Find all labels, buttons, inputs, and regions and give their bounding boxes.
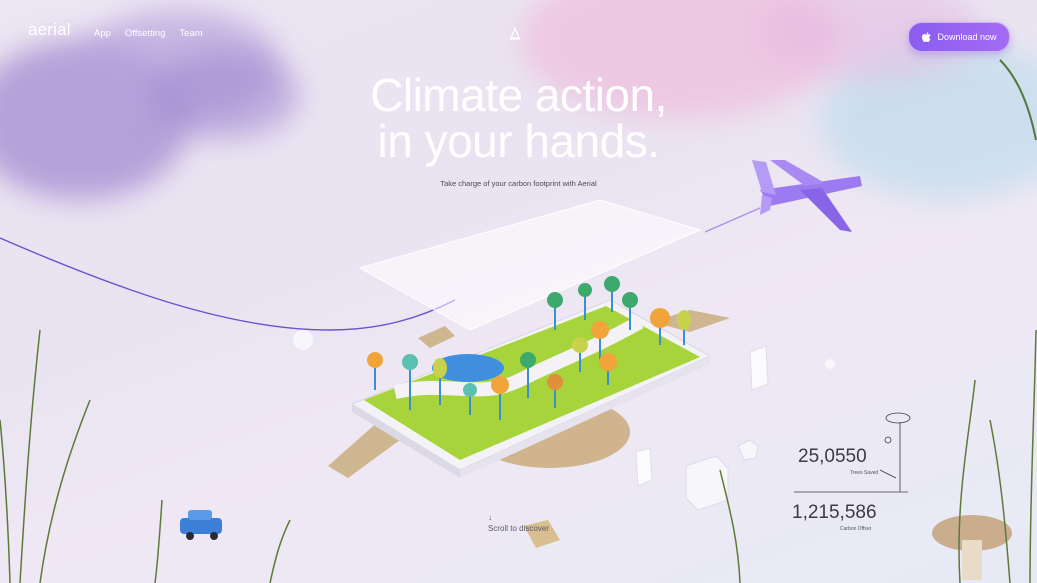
hero-title-line-1: Climate action, [370,69,667,121]
hero-subtitle: Take charge of your carbon footprint wit… [440,179,597,188]
top-nav: aerial App Offsetting Team Download now [0,0,1037,70]
stat-value: 25,0550 [798,446,867,467]
cube [685,455,729,511]
nav-link-team[interactable]: Team [179,28,202,39]
mushroom [932,515,1012,580]
stat-carbon-offset: 1,215,586 Carbon Offset [792,502,877,532]
nav-link-offsetting[interactable]: Offsetting [125,28,166,39]
sphere [825,359,835,369]
stat-value: 1,215,586 [792,502,877,523]
toy-car [180,510,222,540]
hero-title: Climate action, in your hands. [0,72,1037,164]
glass-block [635,447,653,487]
nav-links: App Offsetting Team [94,28,203,39]
sphere [293,330,313,350]
arrow-down-icon: ↓ [488,513,492,522]
stat-trees-saved: 25,0550 Trees Saved [798,446,878,476]
glass-pane [358,199,702,331]
flight-path-line [0,237,456,331]
stat-label: Carbon Offset [840,526,872,532]
nav-link-app[interactable]: App [94,28,111,39]
apple-icon [922,32,932,42]
download-now-label: Download now [937,32,997,42]
brand-logo[interactable]: aerial [28,20,71,40]
stat-label: Trees Saved [850,470,879,476]
flight-path-line [704,207,761,233]
cube [737,439,759,461]
scroll-to-discover[interactable]: Scroll to discover [488,524,549,533]
bell-icon [510,27,520,40]
download-now-button[interactable]: Download now [908,22,1010,52]
glass-block [749,345,769,391]
wooden-ramp [418,326,455,348]
hero-title-line-2: in your hands. [377,115,660,167]
airplane [752,160,862,232]
